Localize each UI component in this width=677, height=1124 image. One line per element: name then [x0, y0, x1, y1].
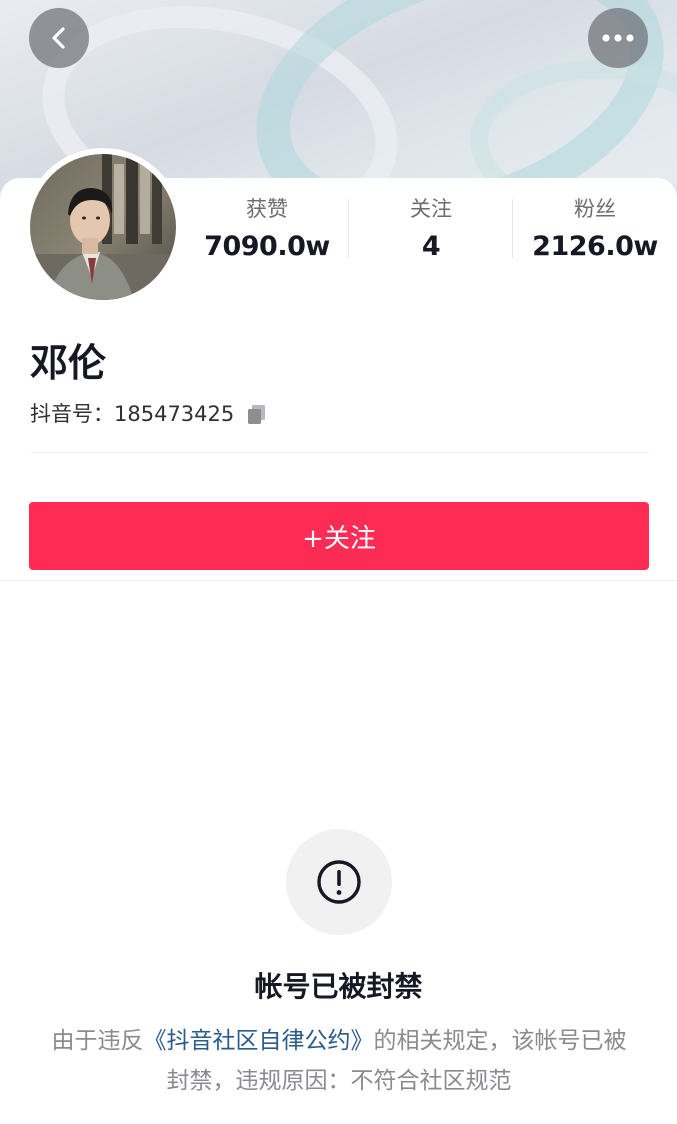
banned-desc-prefix: 由于违反 [51, 1028, 144, 1054]
profile-name: 邓伦 [30, 341, 107, 385]
banned-description: 由于违反《抖音社区自律公约》的相关规定，该帐号已被封禁，违规原因：不符合社区规范 [48, 1021, 630, 1101]
stat-followers[interactable]: 粉丝 2126.0w [513, 193, 677, 273]
more-options-button[interactable] [588, 8, 648, 68]
stat-likes[interactable]: 获赞 7090.0w [185, 193, 349, 273]
banned-status-icon-wrap [286, 829, 392, 935]
community-pact-link[interactable]: 《抖音社区自律公约》 [144, 1028, 374, 1054]
account-id-label: 抖音号： [30, 402, 114, 426]
follow-button[interactable]: +关注 [29, 502, 649, 570]
stat-following[interactable]: 关注 4 [349, 193, 513, 273]
copy-icon[interactable] [246, 403, 268, 425]
avatar-frame[interactable] [24, 148, 182, 306]
back-button[interactable] [29, 8, 89, 68]
divider [30, 452, 650, 453]
stat-value: 2126.0w [532, 231, 658, 262]
chevron-left-icon [52, 27, 65, 49]
stat-label: 关注 [410, 197, 452, 221]
stat-value: 7090.0w [204, 231, 330, 262]
exclamation-circle-icon [317, 860, 361, 904]
ellipsis-icon [602, 34, 634, 42]
avatar [30, 154, 176, 300]
stat-value: 4 [421, 231, 441, 262]
profile-stats: 获赞 7090.0w 关注 4 粉丝 2126.0w [185, 193, 677, 273]
stat-label: 获赞 [246, 197, 288, 221]
account-id-value: 185473425 [114, 402, 235, 426]
stat-label: 粉丝 [574, 197, 616, 221]
banned-title: 帐号已被封禁 [254, 970, 423, 1003]
account-id-row: 抖音号： 185473425 [30, 397, 268, 431]
divider [0, 580, 677, 581]
